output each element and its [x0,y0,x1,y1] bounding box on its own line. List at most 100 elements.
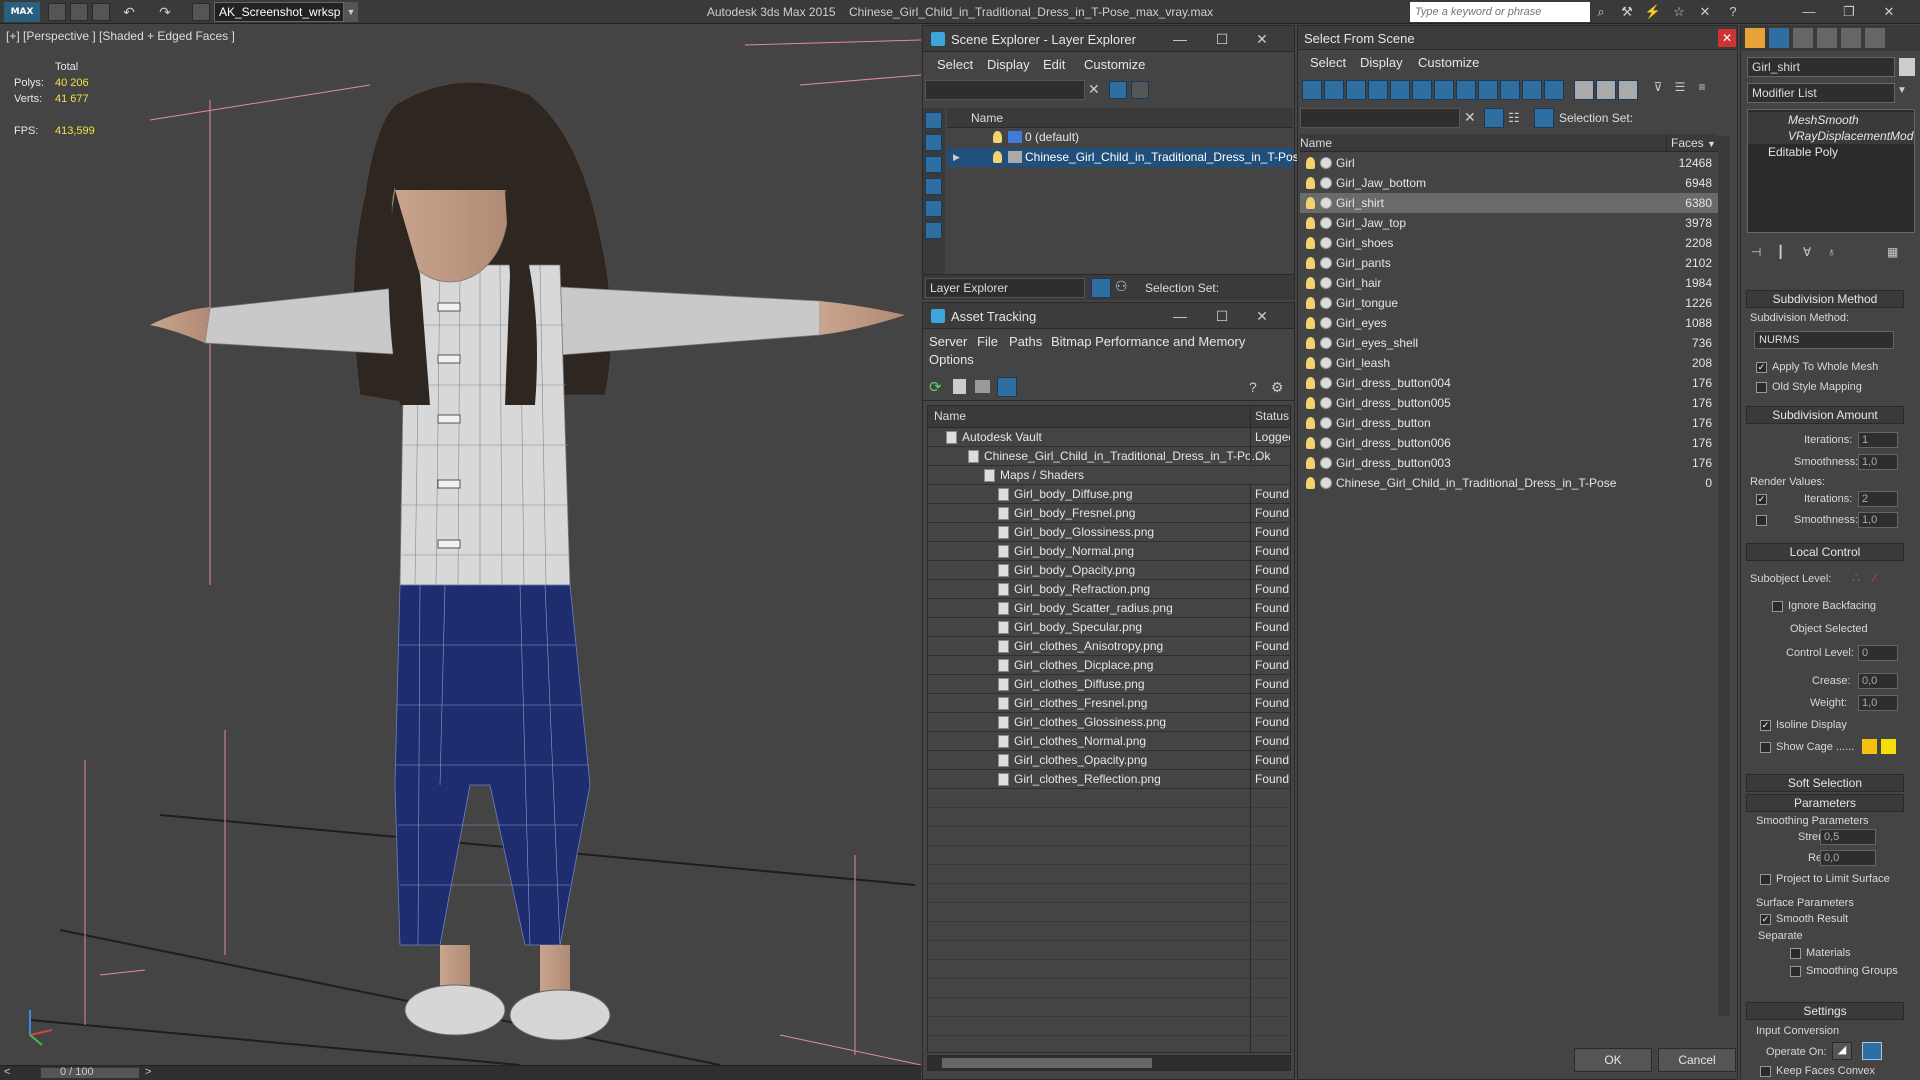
scene-object-row[interactable]: Girl_dress_button005 176 [1300,393,1718,413]
asset-row[interactable]: Girl_clothes_Opacity.png Found [928,751,1290,770]
layers-icon[interactable]: ☷ [1508,110,1520,126]
menu-display[interactable]: Display [987,57,1030,72]
open-file-icon[interactable] [70,3,88,21]
modifier-list-dropdown[interactable]: Modifier List [1747,83,1895,103]
scene-object-row-selected[interactable]: Girl_shirt 6380 [1300,193,1718,213]
asset-row[interactable]: Girl_body_Refraction.png Found [928,580,1290,599]
search-input[interactable] [1410,2,1590,22]
subscription-icon[interactable]: ⚒ [1618,3,1636,21]
display-containers-icon[interactable] [1500,80,1520,100]
keep-faces-convex-checkbox[interactable] [1760,1066,1771,1077]
light-bulb-icon[interactable] [1306,337,1315,349]
filter-icon[interactable] [1109,81,1127,99]
stack-meshsmooth[interactable]: MeshSmooth [1748,112,1914,128]
app-logo[interactable]: MAX [4,2,40,22]
scene-object-row[interactable]: Girl_dress_button 176 [1300,413,1718,433]
save-file-icon[interactable] [92,3,110,21]
scene-object-row[interactable]: Girl_dress_button006 176 [1300,433,1718,453]
scene-explorer-name-column[interactable]: Name [947,108,1293,128]
crease-spinner[interactable]: 0,0 [1858,673,1898,689]
create-tab-icon[interactable] [1745,28,1765,48]
scene-object-row[interactable]: Girl_pants 2102 [1300,253,1718,273]
light-bulb-icon[interactable] [1306,377,1315,389]
display-none-icon[interactable] [1596,80,1616,100]
pin-stack-icon[interactable]: ⊣ [1751,245,1761,259]
display-shapes-icon[interactable] [925,134,942,151]
light-bulb-icon[interactable] [1306,317,1315,329]
render-smoothness-checkbox[interactable] [1756,515,1767,526]
clear-search-icon[interactable]: ✕ [1088,81,1100,98]
subdivision-method-dropdown[interactable]: NURMS [1754,331,1894,349]
isoline-display-checkbox[interactable]: ✓ [1760,720,1771,731]
show-cage-checkbox[interactable] [1760,742,1771,753]
time-slider[interactable]: < 0 / 100 > [0,1065,921,1080]
menu-options[interactable]: Options [929,352,974,367]
scene-object-row[interactable]: Girl_hair 1984 [1300,273,1718,293]
scene-object-row[interactable]: Chinese_Girl_Child_in_Traditional_Dress_… [1300,473,1718,493]
remove-modifier-icon[interactable]: ♁ [1827,245,1836,259]
render-iterations-checkbox[interactable]: ✓ [1756,494,1767,505]
close-icon[interactable]: ✕ [1253,30,1271,48]
maximize-icon[interactable]: ☐ [1213,307,1231,325]
utilities-tab-icon[interactable] [1865,28,1885,48]
close-icon[interactable]: ✕ [1253,307,1271,325]
light-bulb-icon[interactable] [1306,417,1315,429]
strength-spinner[interactable]: 0,5 [1820,829,1876,845]
cage-color-swatch-1[interactable] [1862,739,1877,754]
scene-explorer-search-input[interactable] [925,80,1085,100]
smoothness-spinner[interactable]: 1,0 [1858,454,1898,470]
asset-row[interactable]: Girl_clothes_Fresnel.png Found [928,694,1290,713]
scene-object-row[interactable]: Girl_tongue 1226 [1300,293,1718,313]
close-icon[interactable]: ✕ [1718,29,1736,47]
light-bulb-icon[interactable] [1306,277,1315,289]
modify-tab-icon[interactable] [1769,28,1789,48]
display-all-icon[interactable] [1574,80,1594,100]
menu-customize[interactable]: Customize [1418,55,1479,70]
relax-spinner[interactable]: 0,0 [1820,850,1876,866]
display-xrefs-icon[interactable] [1456,80,1476,100]
layer-row-selected[interactable]: ▶ Chinese_Girl_Child_in_Traditional_Dres… [947,148,1305,167]
asset-row[interactable]: Autodesk Vault Logged [928,428,1290,447]
filter-icon[interactable]: ⊽ [1648,80,1668,100]
menu-customize[interactable]: Customize [1084,57,1145,72]
asset-row[interactable]: Girl_body_Diffuse.png Found [928,485,1290,504]
asset-row[interactable]: Girl_body_Normal.png Found [928,542,1290,561]
help-icon[interactable]: ? [1249,379,1257,395]
display-groups-icon[interactable] [1434,80,1454,100]
redo-icon[interactable]: ↷ [156,3,174,21]
minimize-icon[interactable]: — [1800,3,1818,21]
make-unique-icon[interactable]: ∀ [1803,245,1811,259]
select-faces-column[interactable]: Faces ▼ [1666,134,1718,152]
workspace-dropdown-arrow-icon[interactable]: ▼ [344,2,358,22]
menu-file[interactable]: File [977,334,998,349]
time-next-icon[interactable]: > [145,1066,151,1078]
iterations-spinner[interactable]: 1 [1858,432,1898,448]
asset-row[interactable]: Girl_body_Specular.png Found [928,618,1290,637]
light-bulb-icon[interactable] [1306,357,1315,369]
smooth-result-checkbox[interactable]: ✓ [1760,914,1771,925]
asset-row[interactable]: Girl_clothes_Reflection.png Found [928,770,1290,789]
settings-icon[interactable]: ⚙ [1271,379,1284,396]
hierarchy-icon[interactable]: ☰ [1670,80,1690,100]
light-bulb-icon[interactable] [1306,477,1315,489]
asset-row[interactable]: Girl_clothes_Anisotropy.png Found [928,637,1290,656]
menu-server[interactable]: Server [929,334,967,349]
modifier-list-arrow-icon[interactable]: ▼ [1897,85,1907,96]
viewport-label[interactable]: [+] [Perspective ] [Shaded + Edged Faces… [6,29,235,43]
refresh-icon[interactable]: ⟳ [929,378,942,396]
scene-object-row[interactable]: Girl_eyes 1088 [1300,313,1718,333]
object-name-field[interactable]: Girl_shirt [1747,57,1895,77]
display-bones-icon[interactable] [1478,80,1498,100]
ignore-backfacing-checkbox[interactable] [1772,601,1783,612]
display-cameras-icon[interactable] [1368,80,1388,100]
scene-object-row[interactable]: Girl_dress_button004 176 [1300,373,1718,393]
scene-object-row[interactable]: Girl_eyes_shell 736 [1300,333,1718,353]
help-icon[interactable]: ? [1724,3,1742,21]
ok-button[interactable]: OK [1574,1048,1652,1072]
close-icon[interactable]: ✕ [1880,3,1898,21]
menu-display[interactable]: Display [1360,55,1403,70]
layer-manager-icon[interactable] [1091,278,1111,298]
old-style-mapping-checkbox[interactable] [1756,382,1767,393]
communication-icon[interactable]: ⚡ [1644,3,1662,21]
perspective-viewport[interactable]: [+] [Perspective ] [Shaded + Edged Faces… [0,25,921,1065]
